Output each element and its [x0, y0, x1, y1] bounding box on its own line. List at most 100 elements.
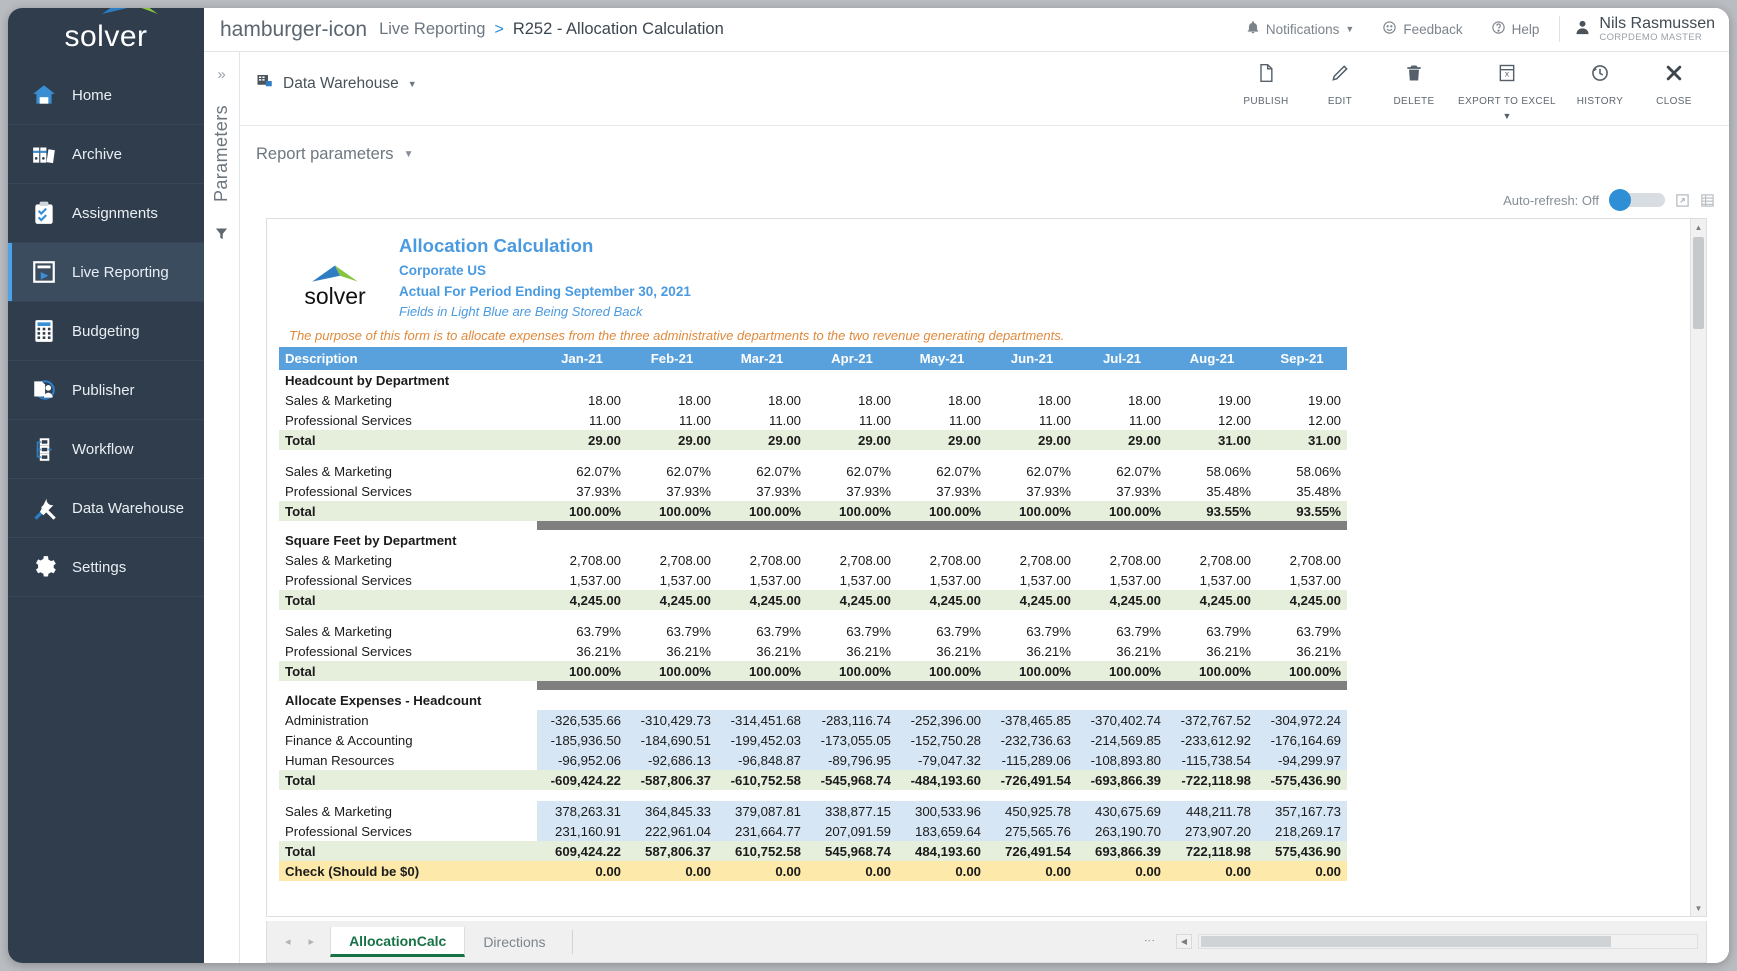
auto-refresh-toggle[interactable] [1609, 193, 1665, 207]
sidebar-item-assignments[interactable]: Assignments [8, 184, 204, 243]
sidebar-item-budgeting[interactable]: Budgeting [8, 302, 204, 361]
breadcrumb-root[interactable]: Live Reporting [379, 20, 485, 39]
database-icon [256, 72, 274, 95]
table-cell[interactable]: -310,429.73 [627, 710, 717, 730]
table-cell[interactable]: -214,569.85 [1077, 730, 1167, 750]
table-cell[interactable]: -326,535.66 [537, 710, 627, 730]
table-cell[interactable]: 300,533.96 [897, 801, 987, 821]
grid-view-icon[interactable] [1700, 193, 1715, 208]
pencil-icon [1330, 62, 1350, 89]
table-cell[interactable]: -232,736.63 [987, 730, 1077, 750]
chevron-down-icon[interactable]: ▼ [404, 149, 414, 160]
sidebar-item-data-warehouse[interactable]: Data Warehouse [8, 479, 204, 538]
scroll-up-arrow[interactable]: ▲ [1691, 219, 1706, 235]
parameters-rail-label[interactable]: Parameters [211, 105, 232, 202]
table-cell[interactable]: -173,055.05 [807, 730, 897, 750]
sidebar-item-publisher[interactable]: Publisher [8, 361, 204, 420]
sheet-nav-arrows[interactable]: ◂ ▸ [275, 935, 330, 948]
close-button[interactable]: CLOSE [1637, 62, 1711, 107]
sidebar-item-workflow[interactable]: Workflow [8, 420, 204, 479]
resize-handle[interactable]: ⋮ [1143, 935, 1156, 948]
sidebar-item-home[interactable]: Home [8, 66, 204, 125]
user-menu[interactable]: Nils Rasmussen CorpDemo Master [1566, 16, 1715, 44]
table-cell: -609,424.22 [537, 770, 627, 790]
notifications-button[interactable]: Notifications ▼ [1232, 20, 1368, 38]
table-cell[interactable]: 231,664.77 [717, 821, 807, 841]
table-cell[interactable]: 450,925.78 [987, 801, 1077, 821]
sidebar-item-archive[interactable]: Archive [8, 125, 204, 184]
history-button[interactable]: HISTORY [1563, 62, 1637, 107]
table-cell[interactable]: 338,877.15 [807, 801, 897, 821]
help-button[interactable]: Help [1477, 20, 1554, 38]
table-cell[interactable]: -378,465.85 [987, 710, 1077, 730]
table-cell[interactable]: -314,451.68 [717, 710, 807, 730]
table-cell[interactable]: -94,299.97 [1257, 750, 1347, 770]
horizontal-scroll-thumb[interactable] [1201, 936, 1611, 947]
table-cell[interactable]: -184,690.51 [627, 730, 717, 750]
table-cell[interactable]: -185,936.50 [537, 730, 627, 750]
table-cell[interactable]: 357,167.73 [1257, 801, 1347, 821]
table-cell[interactable]: -108,893.80 [1077, 750, 1167, 770]
table-cell[interactable]: 263,190.70 [1077, 821, 1167, 841]
section-divider-row [279, 681, 1347, 690]
chevron-down-icon[interactable]: ▼ [1503, 111, 1512, 121]
table-cell[interactable]: -304,972.24 [1257, 710, 1347, 730]
table-cell[interactable]: 207,091.59 [807, 821, 897, 841]
vertical-scrollbar[interactable]: ▲ ▼ [1690, 219, 1706, 916]
funnel-icon[interactable] [214, 226, 229, 246]
sidebar-item-live-reporting[interactable]: Live Reporting [8, 243, 204, 302]
feedback-button[interactable]: Feedback [1368, 20, 1476, 38]
table-cell: 4,245.00 [627, 590, 717, 610]
table-cell[interactable]: -152,750.28 [897, 730, 987, 750]
horizontal-scrollbar[interactable] [1198, 934, 1698, 949]
table-cell[interactable]: 448,211.78 [1167, 801, 1257, 821]
table-cell[interactable]: 231,160.91 [537, 821, 627, 841]
table-cell[interactable]: -370,402.74 [1077, 710, 1167, 730]
table-cell[interactable]: -115,738.54 [1167, 750, 1257, 770]
report-parameters-toggle[interactable]: Report parameters [256, 145, 394, 164]
sheet-tab-directions[interactable]: Directions [465, 928, 563, 956]
table-cell[interactable]: -96,848.87 [717, 750, 807, 770]
table-cell[interactable]: 379,087.81 [717, 801, 807, 821]
sheet-next-icon[interactable]: ▸ [309, 935, 315, 948]
table-cell[interactable]: 218,269.17 [1257, 821, 1347, 841]
scroll-down-arrow[interactable]: ▼ [1691, 900, 1706, 916]
table-cell[interactable]: 364,845.33 [627, 801, 717, 821]
table-cell[interactable]: -233,612.92 [1167, 730, 1257, 750]
table-cell[interactable]: -115,289.06 [987, 750, 1077, 770]
table-cell[interactable]: 222,961.04 [627, 821, 717, 841]
table-cell[interactable]: -199,452.03 [717, 730, 807, 750]
publish-button[interactable]: PUBLISH [1229, 62, 1303, 107]
table-cell[interactable]: 378,263.31 [537, 801, 627, 821]
report-purpose-note: The purpose of this form is to allocate … [279, 328, 1690, 343]
expand-parameters-icon[interactable]: » [217, 66, 225, 83]
sheet-tab-allocationcalc[interactable]: AllocationCalc [330, 927, 465, 957]
table-cell[interactable]: -252,396.00 [897, 710, 987, 730]
sidebar-item-settings[interactable]: Settings [8, 538, 204, 597]
table-cell[interactable]: 275,565.76 [987, 821, 1077, 841]
export-to-excel-button[interactable]: x EXPORT TO EXCEL ▼ [1451, 62, 1563, 121]
fullscreen-icon[interactable] [1675, 193, 1690, 208]
table-cell[interactable]: -283,116.74 [807, 710, 897, 730]
table-cell[interactable]: -96,952.06 [537, 750, 627, 770]
table-cell[interactable]: 273,907.20 [1167, 821, 1257, 841]
hamburger-icon[interactable]: hamburger-icon [214, 19, 379, 40]
table-cell: 18.00 [807, 390, 897, 410]
table-cell[interactable]: -176,164.69 [1257, 730, 1347, 750]
report-scroll-area: solver Allocation Calculation Corporate … [267, 219, 1690, 916]
table-cell[interactable]: 183,659.64 [897, 821, 987, 841]
delete-button[interactable]: DELETE [1377, 62, 1451, 107]
vertical-scroll-thumb[interactable] [1693, 237, 1704, 329]
table-cell[interactable]: -79,047.32 [897, 750, 987, 770]
table-cell[interactable]: -92,686.13 [627, 750, 717, 770]
hscroll-left-arrow[interactable]: ◀ [1176, 934, 1192, 949]
table-row: Total4,245.004,245.004,245.004,245.004,2… [279, 590, 1347, 610]
table-cell[interactable]: -372,767.52 [1167, 710, 1257, 730]
table-cell [987, 530, 1077, 550]
edit-button[interactable]: EDIT [1303, 62, 1377, 107]
table-cell[interactable]: -89,796.95 [807, 750, 897, 770]
sheet-prev-icon[interactable]: ◂ [285, 935, 291, 948]
row-label: Total [279, 501, 537, 521]
data-source-selector[interactable]: Data Warehouse ▼ [256, 72, 417, 95]
table-cell[interactable]: 430,675.69 [1077, 801, 1167, 821]
